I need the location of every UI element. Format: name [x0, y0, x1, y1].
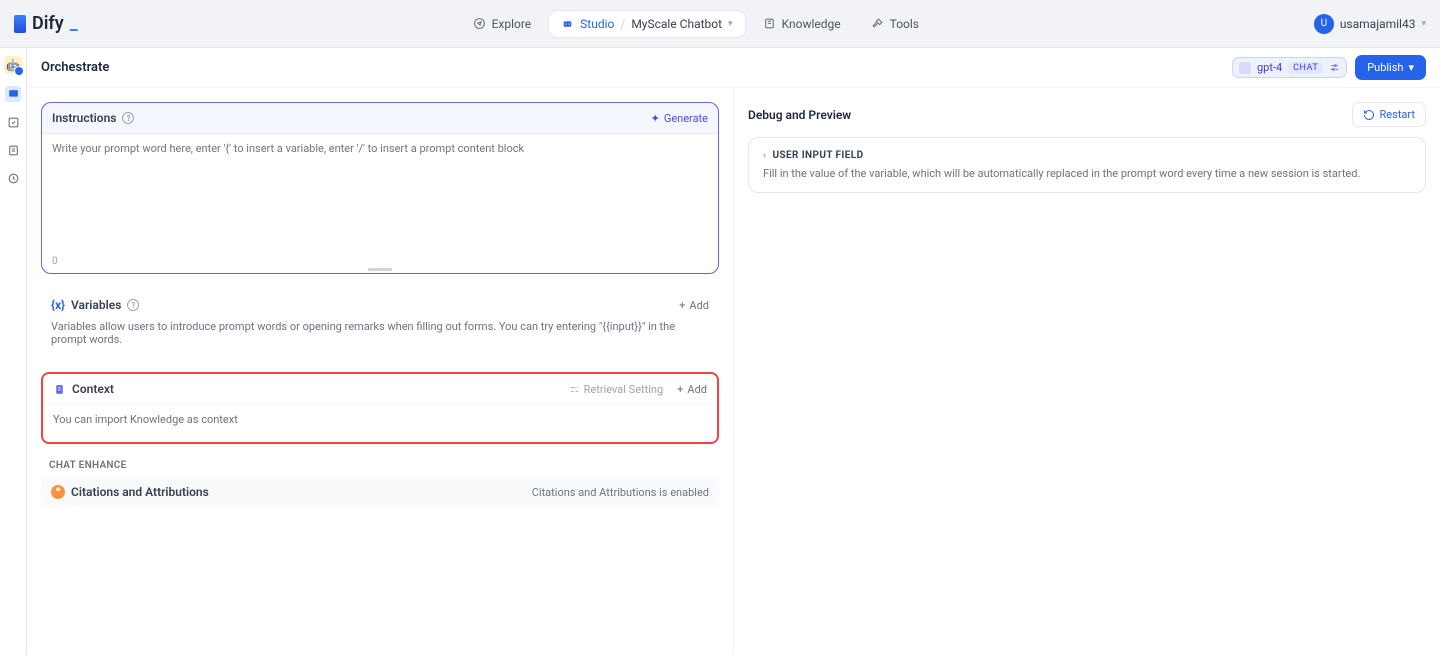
chevron-down-icon: ▾	[1408, 61, 1414, 74]
page-title: Orchestrate	[41, 60, 109, 75]
compass-icon	[473, 17, 486, 30]
left-panel: Instructions ? ✦ Generate 0	[27, 88, 734, 655]
context-actions: Retrieval Setting + Add	[569, 383, 707, 396]
brand-logo[interactable]: Dify _	[14, 13, 78, 34]
instructions-title: Instructions	[52, 111, 116, 125]
variables-description: Variables allow users to introduce promp…	[41, 320, 719, 356]
chevron-right-icon: ›	[763, 150, 766, 161]
chevron-down-icon: ▾	[1421, 19, 1426, 29]
publish-button[interactable]: Publish ▾	[1355, 55, 1426, 80]
plus-icon: +	[679, 299, 685, 312]
add-context-label: Add	[687, 383, 707, 396]
resize-handle-icon[interactable]	[368, 268, 392, 271]
publish-label: Publish	[1367, 61, 1403, 74]
settings-icon	[569, 384, 580, 395]
model-selector[interactable]: gpt-4 CHAT	[1232, 57, 1347, 78]
nav-app-name: MyScale Chatbot	[631, 17, 722, 31]
right-panel: Debug and Preview Restart › USER INPUT F…	[734, 88, 1440, 655]
help-icon[interactable]: ?	[122, 112, 134, 124]
document-icon	[53, 383, 66, 396]
split: Instructions ? ✦ Generate 0	[27, 88, 1440, 655]
add-variable-button[interactable]: + Add	[679, 299, 709, 312]
nav-center: Explore Studio / MyScale Chatbot ▾ Knowl…	[461, 11, 931, 37]
cursor-icon: _	[70, 13, 78, 34]
restart-button[interactable]: Restart	[1352, 102, 1426, 127]
variables-title: Variables	[71, 298, 121, 312]
sidebar-orchestrate-icon[interactable]	[5, 86, 21, 102]
instructions-head: Instructions ? ✦ Generate	[42, 103, 718, 133]
model-badge: CHAT	[1288, 62, 1323, 74]
header-actions: gpt-4 CHAT Publish ▾	[1232, 55, 1426, 80]
nav-knowledge-label: Knowledge	[782, 17, 841, 31]
logo-mark-icon	[14, 15, 26, 33]
main: Orchestrate gpt-4 CHAT Publish ▾	[27, 48, 1440, 655]
instructions-input[interactable]	[52, 142, 708, 252]
user-input-title: USER INPUT FIELD	[772, 150, 863, 161]
generate-label: Generate	[664, 112, 708, 125]
model-provider-icon	[1239, 62, 1251, 74]
avatar: U	[1314, 14, 1334, 34]
citations-row[interactable]: ❝ Citations and Attributions Citations a…	[41, 477, 719, 507]
user-input-card[interactable]: › USER INPUT FIELD Fill in the value of …	[748, 137, 1426, 193]
refresh-icon	[1363, 109, 1375, 121]
hammer-icon	[871, 17, 884, 30]
plus-icon: +	[677, 383, 683, 396]
nav-tools-label: Tools	[890, 17, 919, 31]
instructions-editor: 0	[42, 133, 718, 273]
book-icon	[763, 17, 776, 30]
context-head: Context Retrieval Setting + Add	[43, 374, 717, 405]
chat-enhance-label: CHAT ENHANCE	[49, 460, 711, 471]
user-menu[interactable]: U usamajamil43 ▾	[1314, 14, 1426, 34]
sidebar-overview-icon[interactable]	[5, 170, 21, 186]
nav-studio[interactable]: Studio / MyScale Chatbot ▾	[549, 11, 744, 37]
debug-header: Debug and Preview Restart	[748, 102, 1426, 127]
variables-head: {x} Variables ? + Add	[41, 290, 719, 320]
app-avatar-icon[interactable]: 🤖	[4, 56, 22, 74]
separator: /	[620, 17, 625, 31]
sidebar-logs-icon[interactable]	[5, 142, 21, 158]
braces-icon: {x}	[51, 298, 65, 312]
shell: 🤖 Orchestrate gpt-4 CHAT Publish ▾	[0, 48, 1440, 655]
char-counter: 0	[52, 256, 58, 267]
debug-title: Debug and Preview	[748, 108, 851, 122]
nav-tools[interactable]: Tools	[859, 11, 931, 37]
add-context-button[interactable]: + Add	[677, 383, 707, 396]
context-title: Context	[72, 382, 114, 396]
restart-label: Restart	[1380, 108, 1415, 121]
brand-name: Dify	[32, 13, 64, 34]
model-name: gpt-4	[1257, 61, 1282, 74]
nav-knowledge[interactable]: Knowledge	[751, 11, 853, 37]
variables-card: {x} Variables ? + Add Variables allow us…	[41, 290, 719, 356]
nav-studio-label: Studio	[580, 17, 614, 31]
user-input-description: Fill in the value of the variable, which…	[763, 167, 1411, 180]
nav-explore[interactable]: Explore	[461, 11, 544, 37]
sidebar-api-icon[interactable]	[5, 114, 21, 130]
nav-right: U usamajamil43 ▾	[1314, 14, 1426, 34]
sparkle-icon: ✦	[651, 112, 660, 125]
generate-button[interactable]: ✦ Generate	[651, 112, 708, 125]
help-icon[interactable]: ?	[127, 299, 139, 311]
robot-icon	[561, 17, 574, 30]
retrieval-label: Retrieval Setting	[584, 383, 664, 396]
nav-explore-label: Explore	[492, 17, 532, 31]
context-description: You can import Knowledge as context	[43, 405, 717, 426]
citations-title: Citations and Attributions	[71, 485, 209, 499]
top-bar: Dify _ Explore Studio / MyScale Chatbot ▾…	[0, 0, 1440, 48]
retrieval-setting-button[interactable]: Retrieval Setting	[569, 383, 664, 396]
citations-status: Citations and Attributions is enabled	[532, 486, 709, 499]
instructions-card: Instructions ? ✦ Generate 0	[41, 102, 719, 274]
context-card: Context Retrieval Setting + Add	[41, 372, 719, 444]
page-header: Orchestrate gpt-4 CHAT Publish ▾	[27, 48, 1440, 88]
add-variable-label: Add	[689, 299, 709, 312]
chevron-down-icon: ▾	[728, 19, 733, 29]
sidebar: 🤖	[0, 48, 27, 655]
user-name: usamajamil43	[1340, 17, 1416, 31]
citation-icon: ❝	[51, 485, 65, 499]
sliders-icon	[1329, 62, 1340, 73]
